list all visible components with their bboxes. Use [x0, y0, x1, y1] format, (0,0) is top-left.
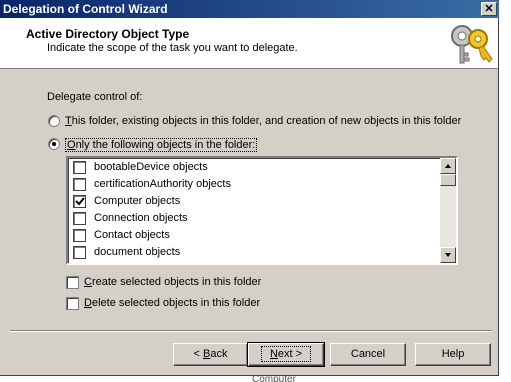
next-button[interactable]: Next >	[247, 342, 325, 367]
help-button[interactable]: Help	[415, 343, 491, 366]
list-item-checkbox[interactable]	[73, 195, 86, 208]
checkmark-icon	[75, 197, 85, 206]
list-item[interactable]: document objects	[73, 245, 443, 261]
radio-only-following[interactable]	[48, 138, 60, 150]
arrow-down-icon	[445, 253, 451, 257]
window-title: Delegation of Control Wizard	[3, 2, 168, 16]
list-item-checkbox[interactable]	[73, 229, 86, 242]
page-title: Active Directory Object Type	[26, 27, 190, 41]
list-scrollbar[interactable]	[440, 158, 456, 263]
page-subtitle: Indicate the scope of the task you want …	[47, 42, 298, 54]
list-item[interactable]: Connection objects	[73, 211, 443, 227]
wizard-header: Active Directory Object Type Indicate th…	[0, 18, 498, 69]
radio-this-folder-label[interactable]: This folder, existing objects in this fo…	[65, 115, 461, 127]
list-item-checkbox[interactable]	[73, 263, 86, 265]
list-item[interactable]	[73, 262, 443, 265]
scroll-thumb[interactable]	[440, 174, 456, 186]
delegate-label: Delegate control of:	[47, 91, 143, 103]
arrow-up-icon	[445, 164, 451, 168]
keys-icon	[451, 25, 493, 64]
title-bar[interactable]: Delegation of Control Wizard ✕	[0, 0, 499, 18]
list-item-label: certificationAuthority objects	[94, 178, 231, 190]
delete-selected-checkbox[interactable]	[66, 297, 79, 310]
scroll-down-button[interactable]	[440, 247, 456, 263]
radio-selected-dot	[52, 142, 56, 146]
list-item-label: document objects	[94, 246, 181, 258]
create-selected-checkbox[interactable]	[66, 276, 79, 289]
list-item-checkbox[interactable]	[73, 212, 86, 225]
create-selected-label[interactable]: Create selected objects in this folder	[84, 276, 261, 288]
close-icon: ✕	[484, 3, 494, 15]
close-button[interactable]: ✕	[481, 2, 497, 16]
background-window-text: Computer	[252, 374, 296, 382]
list-item-checkbox[interactable]	[73, 178, 86, 191]
list-item[interactable]: bootableDevice objects	[73, 160, 443, 176]
scroll-up-button[interactable]	[440, 158, 456, 174]
radio-only-following-label[interactable]: Only the following objects in the folder…	[65, 138, 258, 152]
object-type-list[interactable]: bootableDevice objects certificationAuth…	[66, 156, 458, 265]
cancel-button[interactable]: Cancel	[330, 343, 406, 366]
list-item-label: Connection objects	[94, 212, 188, 224]
radio-this-folder[interactable]	[48, 115, 60, 127]
wizard-window: Delegation of Control Wizard ✕ Active Di…	[0, 0, 499, 376]
list-item[interactable]: Computer objects	[73, 194, 443, 210]
list-item-checkbox[interactable]	[73, 246, 86, 259]
list-item-label: Contact objects	[94, 229, 170, 241]
delete-selected-label[interactable]: Delete selected objects in this folder	[84, 297, 260, 309]
back-button[interactable]: < Back	[173, 343, 248, 366]
list-item-label: Computer objects	[94, 195, 181, 207]
list-item-checkbox[interactable]	[73, 161, 86, 174]
footer-divider	[10, 330, 492, 332]
list-item[interactable]: certificationAuthority objects	[73, 177, 443, 193]
list-item[interactable]: Contact objects	[73, 228, 443, 244]
list-item-label: bootableDevice objects	[94, 161, 208, 173]
